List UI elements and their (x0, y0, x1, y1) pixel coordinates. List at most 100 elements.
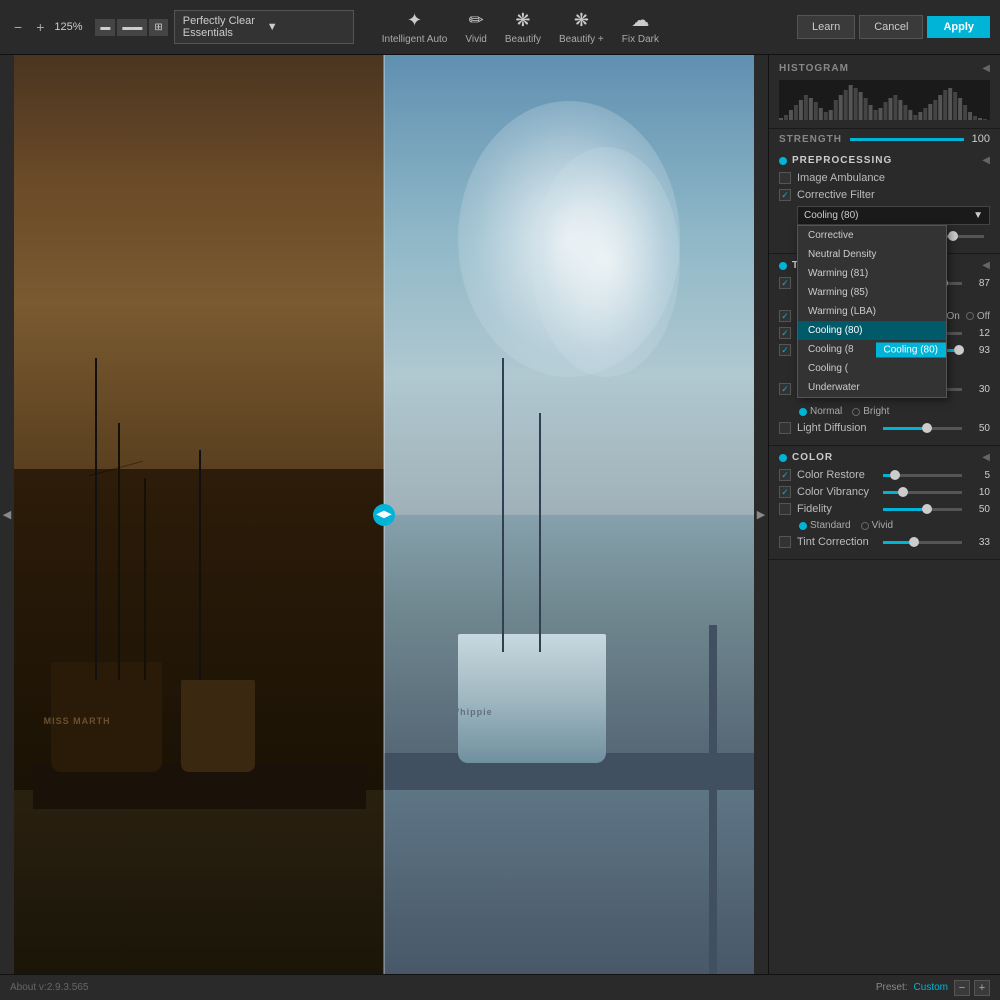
corrective-filter-row: Corrective Filter (779, 189, 990, 201)
light-diffusion-value: 50 (968, 423, 990, 434)
skin-bias-options-row: Normal Bright (779, 406, 990, 417)
view-single-button[interactable]: ▬ (95, 19, 115, 36)
dropdown-item-cooling-85[interactable]: Cooling (8 Cooling (80) (798, 340, 946, 359)
histogram-collapse-icon[interactable]: ◀ (982, 63, 990, 74)
view-split-button[interactable]: ▬▬ (117, 19, 147, 36)
fidelity-row: Fidelity 50 (779, 503, 990, 515)
face-aware-off-radio[interactable] (966, 312, 974, 320)
color-dot (779, 454, 787, 462)
dropdown-item-warming-lba[interactable]: Warming (LBA) (798, 302, 946, 321)
preset-fix-dark[interactable]: ☁ Fix Dark (622, 10, 659, 45)
apply-button[interactable]: Apply (927, 16, 990, 38)
color-restore-checkbox[interactable] (779, 469, 791, 481)
dropdown-item-underwater[interactable]: Underwater (798, 378, 946, 397)
skin-bright-option[interactable]: Bright (852, 406, 889, 417)
split-image: MISS MARTH (14, 55, 754, 974)
dropdown-item-warming-81[interactable]: Warming (81) (798, 264, 946, 283)
fidelity-label: Fidelity (797, 503, 877, 515)
left-panel-toggle[interactable]: ◀ (0, 55, 14, 974)
beautify-icon: ❋ (515, 10, 530, 31)
strength-value: 100 (972, 133, 990, 145)
skin-bright-radio[interactable] (852, 408, 860, 416)
zoom-out-button[interactable]: − (10, 17, 26, 37)
color-restore-label: Color Restore (797, 469, 877, 481)
right-panel-toggle[interactable]: ▶ (754, 55, 768, 974)
tint-correction-label: Tint Correction (797, 536, 877, 548)
beautify-plus-icon: ❋ (574, 10, 589, 31)
black-point-value: 12 (968, 328, 990, 339)
fidelity-vivid-radio[interactable] (861, 522, 869, 530)
image-ambulance-checkbox[interactable] (779, 172, 791, 184)
depth-checkbox[interactable] (779, 344, 791, 356)
image-area: MISS MARTH (14, 55, 754, 974)
split-handle[interactable]: ◀▶ (373, 504, 395, 526)
preset-status-label: Preset: (876, 982, 908, 993)
cooling-tooltip: Cooling (80) (876, 342, 946, 357)
scene-left: MISS MARTH (14, 55, 384, 974)
black-point-checkbox[interactable] (779, 327, 791, 339)
preprocessing-dot (779, 157, 787, 165)
preset-plus-button[interactable]: + (974, 980, 990, 996)
light-diffusion-checkbox[interactable] (779, 422, 791, 434)
filter-dropdown[interactable]: Cooling (80) ▼ (797, 206, 990, 225)
dropdown-item-cooling-80[interactable]: Cooling (80) (798, 321, 946, 340)
fidelity-standard-option[interactable]: Standard (799, 520, 851, 531)
vivid-icon: ✏ (469, 10, 484, 31)
dropdown-item-corrective[interactable]: Corrective (798, 226, 946, 245)
color-vibrancy-slider[interactable] (883, 491, 963, 494)
right-panel: HISTOGRAM ◀ (768, 55, 1000, 974)
light-diffusion-slider[interactable] (883, 427, 963, 430)
left-arrow-icon: ◀ (3, 508, 11, 521)
strength-row: STRENGTH 100 (769, 129, 1000, 149)
preset-minus-button[interactable]: − (954, 980, 970, 996)
strength-slider[interactable] (850, 138, 964, 141)
color-vibrancy-checkbox[interactable] (779, 486, 791, 498)
fidelity-standard-radio[interactable] (799, 522, 807, 530)
exposure-value: 87 (968, 278, 990, 289)
zoom-in-button[interactable]: + (32, 17, 48, 37)
exposure-checkbox[interactable] (779, 277, 791, 289)
fidelity-vivid-option[interactable]: Vivid (861, 520, 894, 531)
skin-bright-label: Bright (863, 406, 889, 417)
fidelity-checkbox[interactable] (779, 503, 791, 515)
learn-button[interactable]: Learn (797, 15, 855, 39)
tint-correction-checkbox[interactable] (779, 536, 791, 548)
color-restore-row: Color Restore 5 (779, 469, 990, 481)
preset-selector[interactable]: Perfectly Clear Essentials ▼ (174, 10, 354, 44)
intelligent-auto-icon: ✦ (407, 10, 422, 31)
dropdown-item-cooling-lbb[interactable]: Cooling ( (798, 359, 946, 378)
preset-beautify[interactable]: ❋ Beautify (505, 10, 541, 45)
preset-vivid[interactable]: ✏ Vivid (465, 10, 487, 45)
fidelity-slider[interactable] (883, 508, 963, 511)
filter-dropdown-row: Cooling (80) ▼ Corrective Neutral Densit… (779, 206, 990, 225)
preset-beautify-plus[interactable]: ❋ Beautify + (559, 10, 604, 45)
preset-label: Intelligent Auto (382, 34, 448, 45)
cancel-button[interactable]: Cancel (859, 15, 923, 39)
tint-correction-slider[interactable] (883, 541, 963, 544)
preset-label: Beautify (505, 34, 541, 45)
color-restore-value: 5 (968, 470, 990, 481)
skin-normal-option[interactable]: Normal (799, 406, 842, 417)
tone-collapse-icon[interactable]: ◀ (982, 260, 990, 271)
toolbar-presets: ✦ Intelligent Auto ✏ Vivid ❋ Beautify ❋ … (382, 10, 659, 45)
color-vibrancy-value: 10 (968, 487, 990, 498)
skin-depth-bias-value: 30 (968, 384, 990, 395)
version-label: About v:2.9.3.565 (10, 982, 88, 993)
dropdown-item-neutral-density[interactable]: Neutral Density (798, 245, 946, 264)
skin-normal-radio[interactable] (799, 408, 807, 416)
dropdown-item-warming-85[interactable]: Warming (85) (798, 283, 946, 302)
preset-intelligent-auto[interactable]: ✦ Intelligent Auto (382, 10, 448, 45)
fidelity-vivid-label: Vivid (872, 520, 894, 531)
face-aware-checkbox[interactable] (779, 310, 791, 322)
corrective-filter-checkbox[interactable] (779, 189, 791, 201)
tint-correction-row: Tint Correction 33 (779, 536, 990, 548)
skin-normal-label: Normal (810, 406, 842, 417)
face-aware-off-option[interactable]: Off (966, 311, 990, 322)
view-grid-button[interactable]: ⊞ (149, 19, 167, 36)
color-collapse-icon[interactable]: ◀ (982, 452, 990, 463)
filter-dropdown-value: Cooling (80) (804, 210, 858, 221)
skin-depth-bias-checkbox[interactable] (779, 383, 791, 395)
color-restore-slider[interactable] (883, 474, 963, 477)
preprocessing-collapse-icon[interactable]: ◀ (982, 155, 990, 166)
filter-dropdown-wrapper: Cooling (80) ▼ Corrective Neutral Densit… (797, 206, 990, 225)
